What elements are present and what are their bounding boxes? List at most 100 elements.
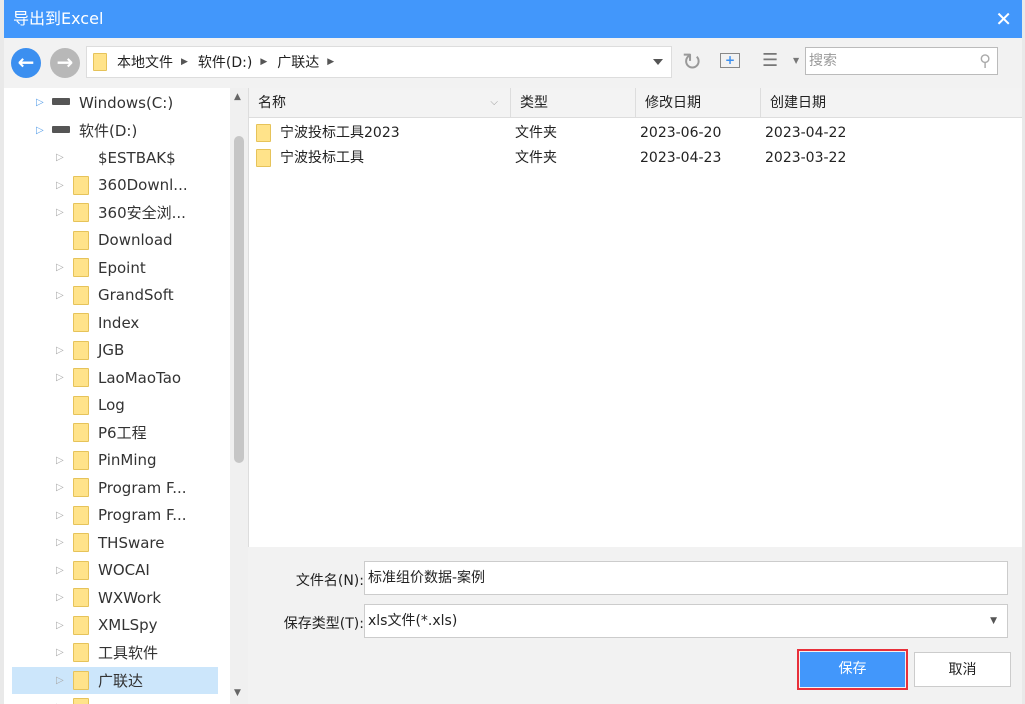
tree-item[interactable]: Index [12, 309, 218, 336]
tree-item[interactable]: ▷ WOCAI [12, 557, 218, 584]
tree-item[interactable]: ▷ Program F... [12, 502, 218, 529]
forward-button[interactable]: → [50, 48, 80, 78]
expand-arrow-icon[interactable]: ▷ [56, 290, 64, 301]
tree-item-label: 广联达 [98, 671, 144, 690]
search-icon[interactable]: ⚲ [979, 48, 991, 74]
export-dialog: 导出到Excel ✕ ← → 本地文件 ▶ 软件(D:) ▶ 广联达 ▶ ↻ + ☰ … [4, 0, 1022, 704]
refresh-icon[interactable]: ↻ [682, 48, 702, 76]
search-input[interactable]: 搜索 ⚲ [805, 47, 998, 75]
tree-item[interactable]: ▷ WXWork [12, 584, 218, 611]
scrollbar-thumb[interactable] [234, 136, 244, 463]
tree-item-label: 360Downl... [98, 176, 188, 194]
expand-arrow-icon[interactable]: ▷ [56, 537, 64, 548]
file-row[interactable]: 宁波投标工具2023 文件夹 2023-06-20 2023-04-22 [249, 121, 1022, 146]
folder-icon [73, 560, 89, 580]
tree-item-label: Program F... [98, 506, 187, 524]
tree-item[interactable]: ▷ 360安全浏... [12, 199, 218, 226]
expand-arrow-icon[interactable]: ▷ [56, 262, 64, 273]
folder-icon [73, 230, 89, 250]
breadcrumb-item[interactable]: 广联达 [277, 52, 319, 72]
view-dropdown-icon[interactable]: ▼ [793, 56, 799, 65]
folder-icon [73, 478, 89, 497]
expand-arrow-icon[interactable]: ▷ [36, 125, 44, 136]
tree-item[interactable]: ▷ Epoint [12, 254, 218, 281]
tree-item[interactable]: ▷ $ESTBAK$ [12, 144, 218, 171]
tree-item[interactable]: ▷ 软件(D:) [12, 117, 218, 144]
folder-icon [73, 340, 89, 360]
tree-item-label: WXWork [98, 588, 162, 607]
tree-item[interactable]: ▷ 工具软件 [12, 639, 218, 666]
folder-icon [73, 533, 89, 552]
file-type: 文件夹 [515, 150, 557, 166]
title-bar: 导出到Excel ✕ [4, 0, 1022, 38]
folder-icon [73, 395, 89, 415]
cancel-button[interactable]: 取消 [914, 652, 1011, 687]
expand-arrow-icon[interactable]: ▷ [56, 565, 64, 576]
toolbar: ← → 本地文件 ▶ 软件(D:) ▶ 广联达 ▶ ↻ + ☰ ▼ 搜索 ⚲ [4, 38, 1022, 88]
tree-item[interactable]: ▷ LaoMaoTao [12, 364, 218, 391]
tree-item[interactable]: ▷ PinMing [12, 447, 218, 474]
tree-item[interactable]: ▷ [12, 694, 218, 704]
tree-item-label: P6工程 [98, 424, 147, 442]
back-button[interactable]: ← [11, 48, 41, 78]
dropdown-arrow-icon[interactable] [653, 59, 663, 70]
tree-item[interactable]: ▷ JGB [12, 337, 218, 364]
expand-arrow-icon[interactable]: ▷ [56, 510, 64, 521]
save-button[interactable]: 保存 [797, 649, 908, 690]
folder-icon [73, 368, 89, 387]
column-header-created[interactable]: 创建日期 [761, 88, 1022, 118]
folder-icon [73, 175, 89, 195]
tree-item-label: Index [98, 313, 140, 332]
folder-icon [73, 203, 89, 222]
breadcrumb-item[interactable]: 软件(D:) [198, 52, 252, 72]
tree-item[interactable]: Download [12, 227, 218, 254]
tree-item-label: Log [98, 396, 125, 414]
expand-arrow-icon[interactable]: ▷ [56, 647, 64, 658]
tree-scrollbar[interactable]: ▲ ▼ [230, 88, 248, 704]
tree-item[interactable]: ▷ 广联达 [12, 666, 218, 694]
tree-item-label: THSware [98, 533, 165, 552]
chevron-right-icon: ▶ [181, 57, 188, 67]
filetype-select[interactable]: xls文件(*.xls) ▼ [364, 604, 1008, 638]
tree-item[interactable]: ▷ 360Downl... [12, 172, 218, 199]
folder-icon [73, 285, 89, 305]
expand-arrow-icon[interactable]: ▷ [56, 372, 64, 383]
tree-item[interactable]: ▷ GrandSoft [12, 282, 218, 309]
tree-item[interactable]: ▷ THSware [12, 529, 218, 556]
column-header-name[interactable]: 名称 ⌵ [249, 88, 511, 118]
expand-arrow-icon[interactable]: ▷ [56, 675, 64, 686]
tree-item[interactable]: ▷ XMLSpy [12, 612, 218, 639]
expand-arrow-icon[interactable]: ▷ [56, 180, 64, 191]
tree-item[interactable]: Log [12, 392, 218, 419]
new-folder-icon[interactable]: + [720, 53, 740, 68]
expand-arrow-icon[interactable]: ▷ [56, 345, 64, 356]
tree-item-label: $ESTBAK$ [98, 148, 176, 167]
expand-arrow-icon[interactable]: ▷ [56, 620, 64, 631]
expand-arrow-icon[interactable]: ▷ [36, 97, 44, 108]
folder-icon [73, 423, 89, 442]
folder-icon [73, 615, 89, 635]
filename-input[interactable]: 标准组价数据-案例 [364, 561, 1008, 595]
drive-windows-icon [52, 98, 70, 105]
tree-item[interactable]: ▷ Windows(C:) [12, 89, 218, 116]
folder-icon [93, 53, 107, 71]
address-bar[interactable]: 本地文件 ▶ 软件(D:) ▶ 广联达 ▶ [86, 46, 672, 78]
expand-arrow-icon[interactable]: ▷ [56, 152, 64, 163]
expand-arrow-icon[interactable]: ▷ [56, 455, 64, 466]
tree-item-label: 软件(D:) [79, 121, 138, 140]
view-list-icon[interactable]: ☰ [762, 50, 778, 71]
folder-icon [73, 670, 89, 690]
expand-arrow-icon[interactable]: ▷ [56, 207, 64, 218]
breadcrumb-item[interactable]: 本地文件 [117, 52, 173, 72]
tree-item[interactable]: P6工程 [12, 419, 218, 446]
column-header-type[interactable]: 类型 [511, 88, 636, 118]
expand-arrow-icon[interactable]: ▷ [56, 482, 64, 493]
expand-arrow-icon[interactable]: ▷ [56, 592, 64, 603]
file-row[interactable]: 宁波投标工具 文件夹 2023-04-23 2023-03-22 [249, 146, 1022, 171]
column-header-modified[interactable]: 修改日期 [636, 88, 761, 118]
folder-icon [73, 643, 89, 662]
close-icon[interactable]: ✕ [995, 0, 1012, 38]
folder-icon [73, 313, 89, 332]
tree-item[interactable]: ▷ Program F... [12, 474, 218, 501]
file-modified: 2023-04-23 [640, 150, 722, 166]
